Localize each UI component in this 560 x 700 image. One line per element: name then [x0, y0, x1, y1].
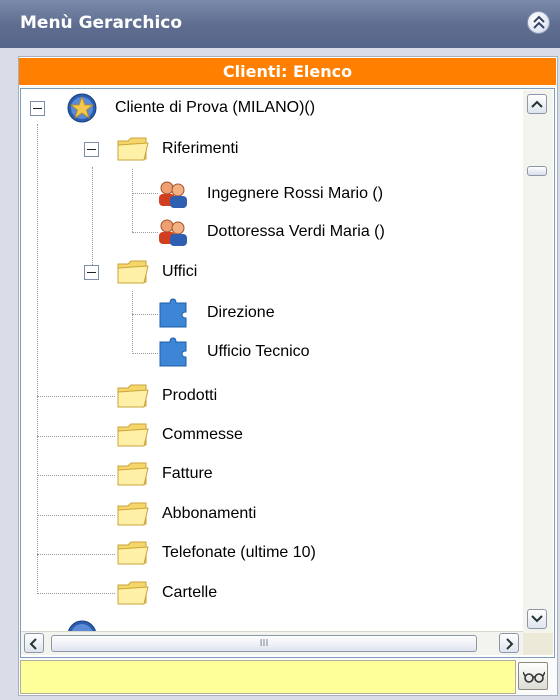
arrow-down-icon [531, 615, 543, 623]
arrow-up-icon [531, 100, 543, 108]
tree-node-label: Cartelle [162, 584, 218, 601]
scroll-thumb[interactable]: III [51, 635, 477, 652]
tree-node-label: Direzione [207, 304, 275, 321]
tree-node-contact[interactable]: Dottoressa Verdi Maria () [21, 215, 521, 249]
folder-icon [117, 423, 149, 447]
tree-node-label: Ufficio Tecnico [207, 343, 310, 360]
scroll-right-button[interactable] [499, 633, 519, 653]
scrollbar-corner [523, 633, 553, 655]
folder-icon [117, 581, 149, 605]
search-input[interactable] [20, 660, 516, 694]
arrow-right-icon [506, 638, 514, 650]
arrow-left-icon [29, 638, 37, 650]
tree-node-label: Fatture [162, 465, 213, 482]
puzzle-icon [159, 298, 187, 328]
chevron-up-icon [533, 15, 545, 29]
tree-node-fatture[interactable]: Fatture [21, 457, 521, 491]
puzzle-icon [159, 337, 187, 367]
folder-icon [117, 502, 149, 526]
horizontal-scrollbar[interactable]: III [21, 631, 523, 655]
tree-node-label: Uffici [162, 263, 198, 280]
folder-icon [117, 541, 149, 565]
tree-node-label: Ingegnere Rossi Mario () [207, 185, 384, 202]
collapse-toggle[interactable] [84, 265, 99, 280]
scroll-up-button[interactable] [527, 94, 547, 114]
collapse-button[interactable] [527, 11, 550, 34]
tree-node-telefonate[interactable]: Telefonate (ultime 10) [21, 536, 521, 570]
tree-node-uffici[interactable]: Uffici [21, 255, 521, 289]
glasses-icon [523, 671, 545, 683]
tree-node-riferimenti[interactable]: Riferimenti [21, 132, 521, 166]
panel-title: Menù Gerarchico [20, 13, 183, 33]
search-button[interactable] [518, 662, 548, 690]
tree-node-root[interactable]: Cliente di Prova (MILANO)() [21, 91, 521, 125]
star-icon [67, 93, 97, 123]
vertical-scrollbar[interactable] [523, 90, 553, 633]
tree-node-abbonamenti[interactable]: Abbonamenti [21, 497, 521, 531]
tree-node-label: Dottoressa Verdi Maria () [207, 223, 385, 240]
tree-node-label: Telefonate (ultime 10) [162, 544, 316, 561]
folder-icon [117, 260, 149, 284]
folder-icon [117, 384, 149, 408]
hierarchical-menu-panel: Menù Gerarchico Clienti: Elenco Cliente … [0, 0, 560, 700]
collapse-toggle[interactable] [30, 101, 45, 116]
collapse-toggle[interactable] [84, 142, 99, 157]
tree-node-label: Prodotti [162, 387, 218, 404]
tree-node-office[interactable]: Direzione [21, 296, 521, 330]
tree-node-contact[interactable]: Ingegnere Rossi Mario () [21, 177, 521, 211]
contacts-icon [159, 181, 187, 208]
tree-view[interactable]: Cliente di Prova (MILANO)() Riferimenti … [20, 88, 555, 658]
tree-node-cartelle[interactable]: Cartelle [21, 576, 521, 610]
folder-icon [117, 462, 149, 486]
tree-node-commesse[interactable]: Commesse [21, 418, 521, 452]
panel-titlebar: Menù Gerarchico [0, 0, 560, 48]
scroll-thumb[interactable] [527, 166, 547, 176]
scroll-left-button[interactable] [24, 633, 44, 653]
tree-node-label: Commesse [162, 426, 243, 443]
clients-list-header: Clienti: Elenco [19, 58, 556, 85]
contacts-icon [159, 219, 187, 246]
tree-node-label: Riferimenti [162, 140, 239, 157]
scroll-down-button[interactable] [527, 609, 547, 629]
tree-node-office[interactable]: Ufficio Tecnico [21, 335, 521, 369]
tree-node-label: Abbonamenti [162, 505, 257, 522]
tree-node-prodotti[interactable]: Prodotti [21, 379, 521, 413]
folder-icon [117, 137, 149, 161]
tree-node-label: Cliente di Prova (MILANO)() [115, 99, 316, 116]
